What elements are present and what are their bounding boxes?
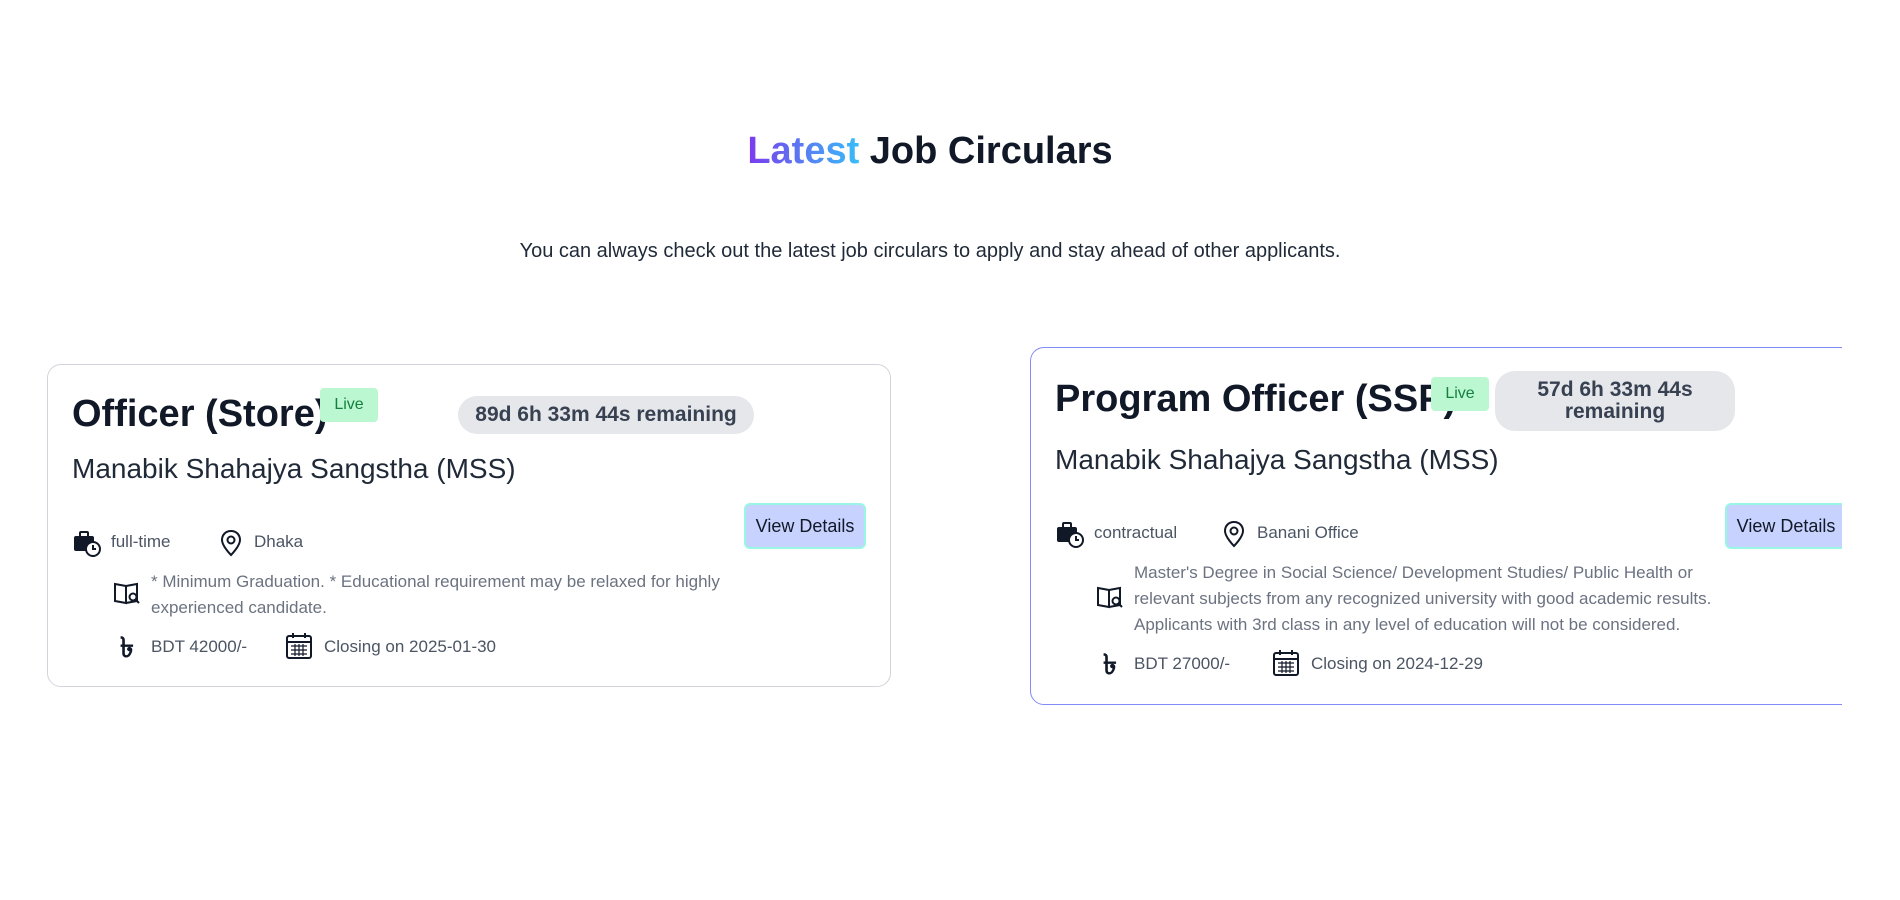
taka-icon: ৳ [1103,649,1117,680]
job-salary: BDT 27000/- [1134,654,1231,673]
job-location: Banani Office [1257,523,1359,542]
job-type: contractual [1094,523,1178,542]
job-requirement: * Minimum Graduation. * Educational requ… [151,572,720,617]
calendar-icon [284,631,314,661]
map-pin-icon [1219,519,1249,549]
book-icon [1095,582,1125,612]
briefcase-clock-icon [72,528,102,558]
job-type: full-time [111,532,171,551]
job-title[interactable]: Program Officer (SSP) [1055,378,1456,421]
countdown-timer: 89d 6h 33m 44s remaining [458,396,754,434]
company-name: Manabik Shahajya Sangstha (MSS) [72,453,516,484]
company-name: Manabik Shahajya Sangstha (MSS) [1055,444,1499,475]
briefcase-clock-icon [1055,519,1085,549]
job-card: Program Officer (SSP) Live 57d 6h 33m 44… [1030,347,1842,705]
book-icon [112,578,142,608]
calendar-icon [1271,648,1301,678]
taka-icon: ৳ [120,632,134,663]
page: Latest Job Circulars You can always chec… [0,0,1900,900]
countdown-timer: 57d 6h 33m 44s remaining [1495,371,1735,431]
map-pin-icon [216,528,246,558]
job-card: Officer (Store) Live 89d 6h 33m 44s rema… [47,364,891,687]
view-details-button[interactable]: View Details [1725,503,1842,549]
view-details-button[interactable]: View Details [744,503,866,549]
closing-date: Closing on 2024-12-29 [1311,654,1484,673]
job-requirement: Master's Degree in Social Science/ Devel… [1134,563,1712,634]
job-salary: BDT 42000/- [151,637,248,656]
closing-date: Closing on 2025-01-30 [324,637,497,656]
job-location: Dhaka [254,532,304,551]
live-badge: Live [320,388,378,422]
live-badge: Live [1431,377,1489,411]
job-title[interactable]: Officer (Store) [72,393,327,436]
job-carousel: Officer (Store) Live 89d 6h 33m 44s rema… [0,0,1842,900]
